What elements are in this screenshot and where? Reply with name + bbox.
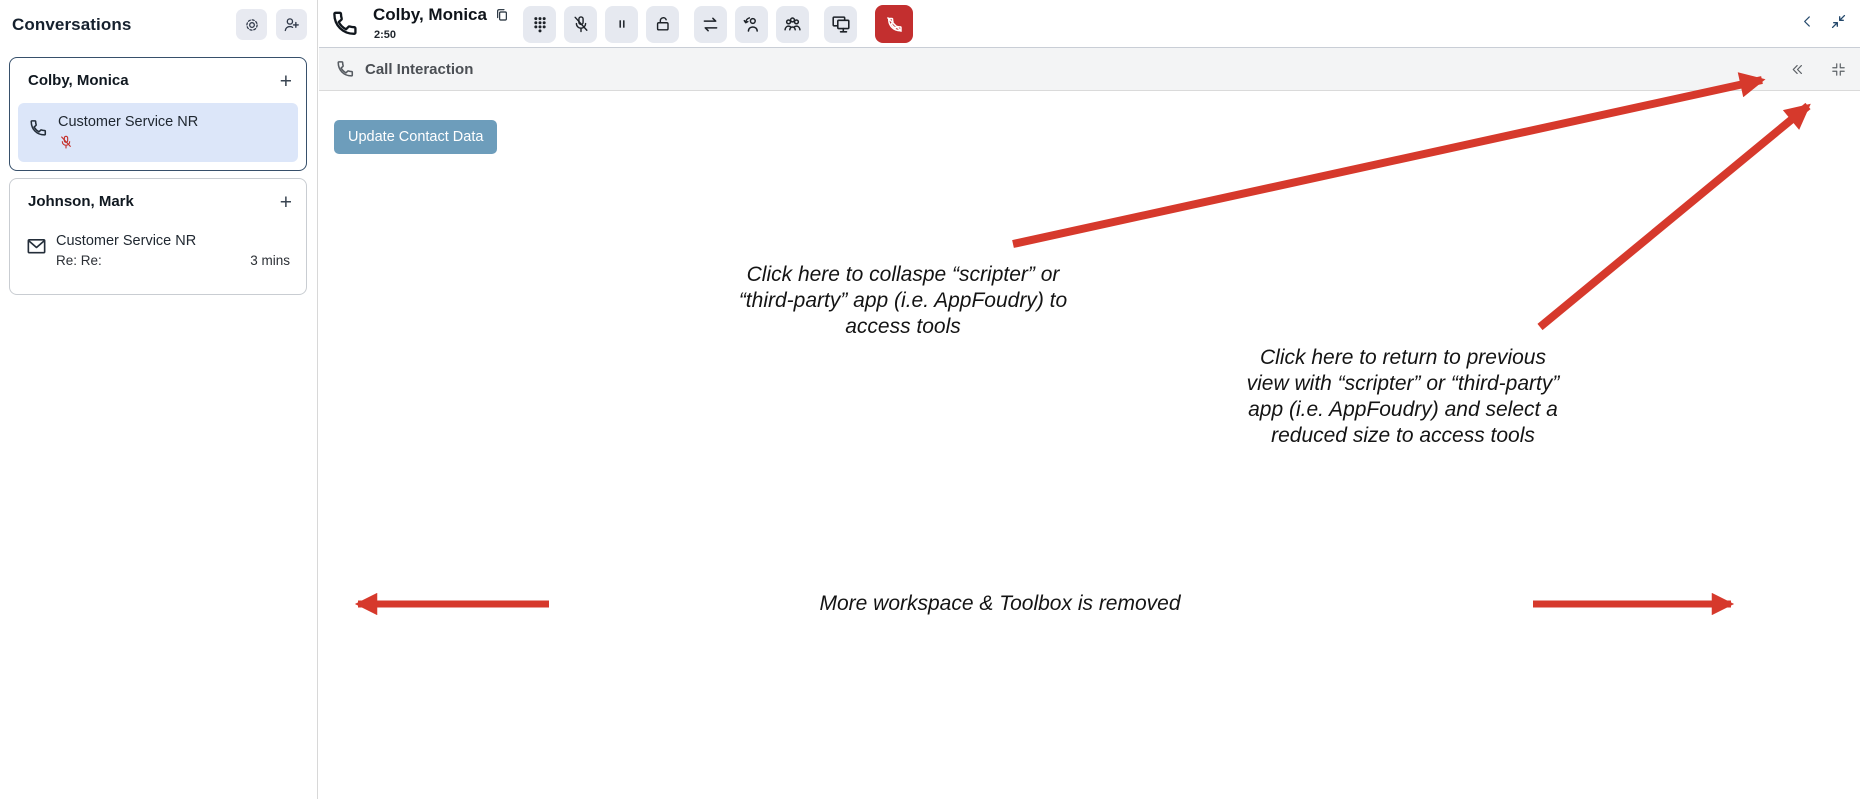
chevron-left-icon: [1799, 13, 1816, 30]
window-nav-controls: [1799, 12, 1848, 31]
email-interaction-row[interactable]: Customer Service NR Re: Re: 3 mins: [18, 227, 298, 287]
conversation-card-header: Colby, Monica +: [28, 71, 294, 92]
consult-button[interactable]: [735, 5, 768, 43]
conversation-card-colby: Colby, Monica + Customer Service NR: [9, 57, 307, 171]
annotation-arrow-return: [1537, 102, 1811, 331]
conversations-sidebar: Conversations Colby, Monica + Customer S…: [0, 0, 318, 799]
compress-icon: [1830, 61, 1847, 78]
screen-pop-button[interactable]: [824, 5, 857, 43]
annotation-line: “third-party” app (i.e. AppFoudry) to: [738, 289, 1068, 312]
mute-icon: [571, 14, 591, 34]
end-call-button[interactable]: [875, 5, 913, 43]
reduce-size-button[interactable]: [1830, 61, 1847, 78]
add-person-button[interactable]: [276, 9, 307, 40]
conversation-name: Johnson, Mark: [28, 193, 134, 210]
annotation-return-note: Click here to return to previous view wi…: [1228, 345, 1578, 449]
interaction-panel-title: Call Interaction: [365, 60, 474, 78]
unlock-icon: [653, 14, 673, 34]
annotation-collapse-note: Click here to collaspe “scripter” or “th…: [727, 262, 1079, 340]
sidebar-header: Conversations: [0, 0, 317, 48]
monitor-icon: [830, 13, 852, 35]
dialpad-icon: [530, 14, 550, 34]
annotation-arrow-collapse: [1012, 72, 1766, 248]
conference-button[interactable]: [776, 5, 809, 43]
collapse-diagonal-icon: [1829, 12, 1848, 31]
update-contact-data-button[interactable]: Update Contact Data: [334, 120, 498, 154]
annotation-workspace-note: More workspace & Toolbox is removed: [819, 592, 1181, 615]
sidebar-title: Conversations: [12, 14, 132, 34]
collapse-panel-button[interactable]: [1789, 61, 1806, 78]
caller-name: Colby, Monica: [373, 5, 510, 25]
annotation-line: access tools: [845, 315, 961, 338]
dialpad-button[interactable]: [523, 5, 556, 43]
conversation-card-johnson: Johnson, Mark + Customer Service NR Re: …: [9, 178, 307, 295]
consult-person-icon: [741, 14, 762, 35]
transfer-button[interactable]: [694, 5, 727, 43]
copy-button[interactable]: [494, 7, 510, 23]
call-phone-icon: [328, 7, 361, 45]
email-subject: Re: Re:: [56, 253, 102, 268]
email-icon: [25, 235, 48, 263]
phone-icon: [27, 117, 49, 144]
collapse-window-button[interactable]: [1829, 12, 1848, 31]
conversation-card-header: Johnson, Mark +: [28, 192, 294, 213]
mic-muted-icon: [58, 134, 74, 155]
active-call-bar: Colby, Monica 2:50: [319, 0, 1860, 48]
transfer-icon: [700, 14, 721, 35]
call-interaction-row[interactable]: Customer Service NR: [18, 103, 298, 162]
call-interaction-bar: Call Interaction: [319, 48, 1860, 91]
interaction-panel-controls: [1789, 48, 1847, 90]
back-button[interactable]: [1799, 13, 1816, 30]
annotation-line: Click here to return to previous: [1260, 346, 1546, 369]
app-window: Conversations Colby, Monica + Customer S…: [0, 0, 1860, 799]
settings-button[interactable]: [236, 9, 267, 40]
settings-icon: [243, 16, 261, 34]
copy-icon: [494, 7, 510, 23]
call-controls: [523, 5, 913, 43]
mute-button[interactable]: [564, 5, 597, 43]
annotation-line: reduced size to access tools: [1271, 424, 1535, 447]
pause-icon: [613, 15, 631, 33]
annotation-line: app (i.e. AppFoudry) and select a: [1248, 398, 1558, 421]
double-chevron-left-icon: [1789, 61, 1806, 78]
call-timer: 2:50: [374, 29, 397, 41]
add-person-icon: [282, 15, 301, 34]
conference-icon: [782, 14, 803, 35]
conversation-name: Colby, Monica: [28, 72, 129, 89]
queue-name: Customer Service NR: [56, 233, 197, 249]
add-interaction-button[interactable]: +: [278, 71, 294, 92]
end-call-icon: [884, 14, 905, 35]
queue-name: Customer Service NR: [58, 114, 199, 130]
interaction-time: 3 mins: [250, 253, 290, 268]
caller-name-text: Colby, Monica: [373, 5, 487, 24]
interaction-phone-icon: [334, 58, 356, 80]
add-interaction-button[interactable]: +: [278, 192, 294, 213]
annotation-line: Click here to collaspe “scripter” or: [746, 263, 1060, 286]
hold-button[interactable]: [605, 5, 638, 43]
secure-pause-button[interactable]: [646, 5, 679, 43]
annotation-line: view with “scripter” or “third-party”: [1246, 372, 1560, 395]
